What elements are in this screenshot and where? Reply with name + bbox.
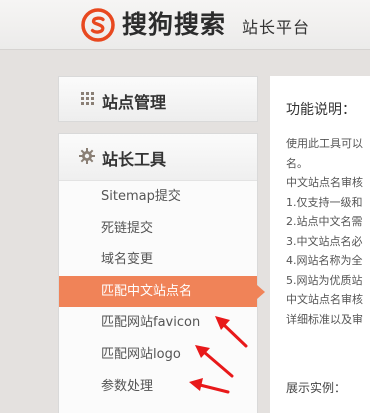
- sogou-logo-icon[interactable]: [81, 8, 115, 42]
- grid-icon: [81, 92, 94, 105]
- menu-item-sitemap[interactable]: Sitemap提交: [59, 181, 257, 213]
- menu-item-params[interactable]: 参数处理: [59, 371, 257, 403]
- description-line: 2.站点中文名需: [286, 215, 363, 228]
- content-panel: 功能说明： 使用此工具可以 名。 中文站点名审核 1.仅支持一级和 2.站点中文…: [270, 76, 370, 413]
- content-heading: 功能说明：: [286, 102, 356, 118]
- brand-name: 搜狗搜索: [122, 10, 227, 39]
- description-line: 5.网站为优质站: [286, 273, 363, 287]
- panel-site-title: 站点管理: [102, 93, 167, 112]
- description-line: 名。: [286, 156, 308, 170]
- tools-menu: Sitemap提交 死链提交 域名变更 匹配中文站点名 匹配网站favicon …: [59, 181, 265, 403]
- description-line: 1.仅支持一级和: [286, 195, 363, 209]
- example-label: 展示实例：: [286, 381, 347, 395]
- description-line: 使用此工具可以: [286, 137, 363, 150]
- description-line: 4.网站名称为全: [286, 254, 363, 267]
- menu-item-domain-change[interactable]: 域名变更: [59, 244, 257, 276]
- platform-subtitle: 站长平台: [242, 18, 311, 37]
- panel-tools-header[interactable]: 站长工具: [59, 134, 257, 181]
- menu-item-deadlink[interactable]: 死链提交: [59, 213, 257, 245]
- description-line: 中文站点名审核: [286, 293, 363, 306]
- panel-webmaster-tools: 站长工具 Sitemap提交 死链提交 域名变更 匹配中文站点名 匹配网站fav…: [58, 133, 265, 413]
- panel-tools-title: 站长工具: [102, 150, 167, 169]
- menu-item-logo[interactable]: 匹配网站logo: [59, 339, 257, 371]
- panel-site-management[interactable]: 站点管理: [58, 76, 258, 122]
- description-line: 3.中文站点名必: [286, 234, 363, 248]
- header-bar: 搜狗搜索 站长平台: [0, 0, 370, 50]
- menu-item-favicon[interactable]: 匹配网站favicon: [59, 307, 257, 339]
- description-line: 中文站点名审核: [286, 176, 363, 189]
- description-line: 详细标准以及审: [286, 312, 363, 326]
- description-text: 使用此工具可以 名。 中文站点名审核 1.仅支持一级和 2.站点中文名需 3.中…: [286, 134, 370, 329]
- menu-item-chinese-site-name[interactable]: 匹配中文站点名: [59, 275, 265, 308]
- gear-icon: [79, 148, 95, 164]
